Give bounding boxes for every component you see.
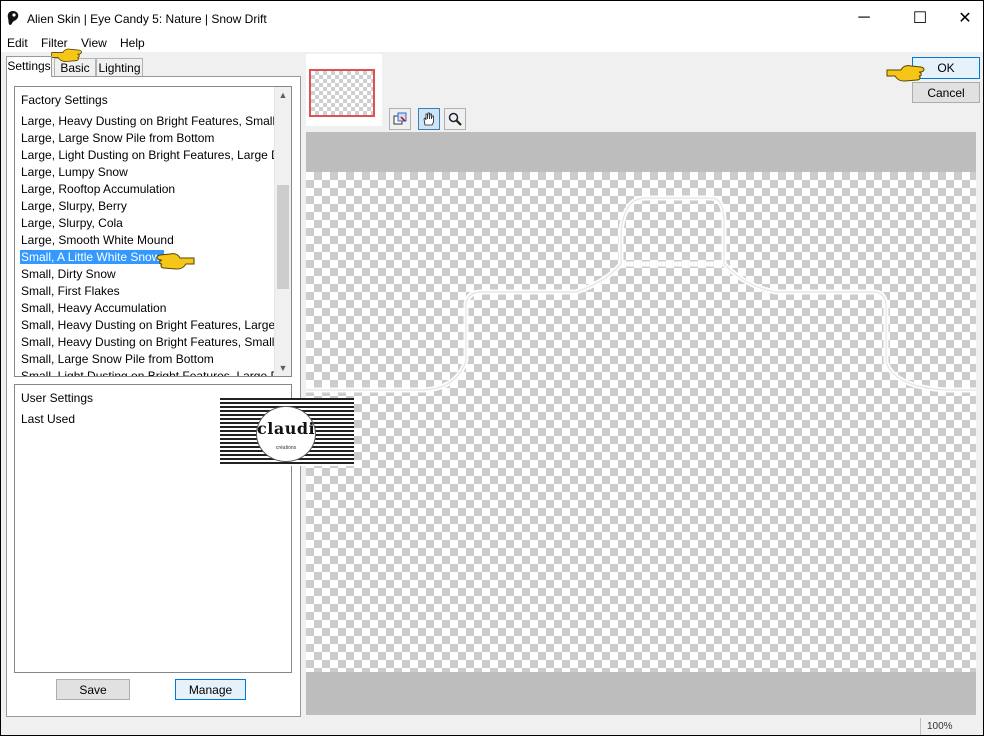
list-item[interactable]: Small, Dirty Snow (21, 267, 116, 281)
watermark-logo: claudia créations (220, 398, 354, 466)
list-item[interactable]: Small, Heavy Dusting on Bright Features,… (21, 318, 291, 332)
navigator-panel (306, 54, 382, 126)
watermark-seal: claudia créations (256, 406, 316, 462)
pointing-hand-icon (51, 48, 82, 62)
menu-view[interactable]: View (81, 36, 107, 50)
close-button[interactable]: ✕ (942, 2, 984, 34)
list-item[interactable]: Small, Light Dusting on Bright Features,… (21, 369, 291, 376)
menu-bar: Edit Filter View Help (1, 35, 983, 52)
menu-help[interactable]: Help (120, 36, 145, 50)
factory-settings-header: Factory Settings (21, 93, 108, 107)
menu-edit[interactable]: Edit (7, 36, 28, 50)
list-item-selected[interactable]: Small, A Little White Snow (20, 250, 165, 264)
list-item[interactable]: Large, Slurpy, Berry (21, 199, 127, 213)
pointing-hand-icon (886, 65, 925, 82)
list-item[interactable]: Large, Lumpy Snow (21, 165, 128, 179)
tab-settings[interactable]: Settings (6, 56, 52, 77)
scroll-thumb[interactable] (277, 185, 289, 289)
zoom-icon[interactable] (444, 108, 466, 130)
list-item[interactable]: Large, Rooftop Accumulation (21, 182, 175, 196)
list-item[interactable]: Large, Heavy Dusting on Bright Features,… (21, 114, 291, 128)
list-item[interactable]: Large, Slurpy, Cola (21, 216, 123, 230)
zoom-level: 100% (920, 718, 984, 735)
manage-button[interactable]: Manage (175, 679, 246, 700)
list-item[interactable]: Last Used (21, 412, 75, 426)
scroll-up-arrow-icon[interactable]: ▲ (275, 87, 291, 103)
hand-icon[interactable] (418, 108, 440, 130)
list-item[interactable]: Small, Heavy Dusting on Bright Features,… (21, 335, 291, 349)
navigator-icon[interactable] (389, 108, 411, 130)
minimize-button[interactable]: ─ (841, 2, 887, 34)
watermark-subtext: créations (275, 445, 297, 451)
list-item[interactable]: Large, Light Dusting on Bright Features,… (21, 148, 291, 162)
list-item[interactable]: Large, Large Snow Pile from Bottom (21, 131, 214, 145)
app-icon (7, 11, 19, 25)
watermark-text: claudia (257, 419, 316, 438)
preview-area[interactable] (306, 132, 976, 715)
factory-settings-list[interactable]: Factory Settings Large, Heavy Dusting on… (14, 86, 292, 377)
tab-lighting[interactable]: Lighting (96, 58, 143, 77)
navigator-thumbnail[interactable] (309, 69, 375, 117)
user-settings-header: User Settings (21, 391, 94, 405)
list-item[interactable]: Small, Large Snow Pile from Bottom (21, 352, 214, 366)
list-item[interactable]: Small, First Flakes (21, 284, 120, 298)
pointing-hand-icon (156, 253, 195, 270)
list-item[interactable]: Small, Heavy Accumulation (21, 301, 166, 315)
snow-drift-shape (306, 195, 976, 393)
list-scrollbar[interactable]: ▲ ▼ (274, 87, 291, 376)
status-bar: 100% (0, 717, 984, 736)
cancel-button[interactable]: Cancel (912, 82, 980, 103)
scroll-down-arrow-icon[interactable]: ▼ (275, 360, 291, 376)
window-title: Alien Skin | Eye Candy 5: Nature | Snow … (27, 12, 267, 26)
title-bar: Alien Skin | Eye Candy 5: Nature | Snow … (1, 1, 983, 35)
preview-canvas[interactable] (306, 172, 976, 672)
list-item[interactable]: Large, Smooth White Mound (21, 233, 174, 247)
maximize-button[interactable]: ☐ (897, 2, 943, 34)
save-button[interactable]: Save (56, 679, 130, 700)
